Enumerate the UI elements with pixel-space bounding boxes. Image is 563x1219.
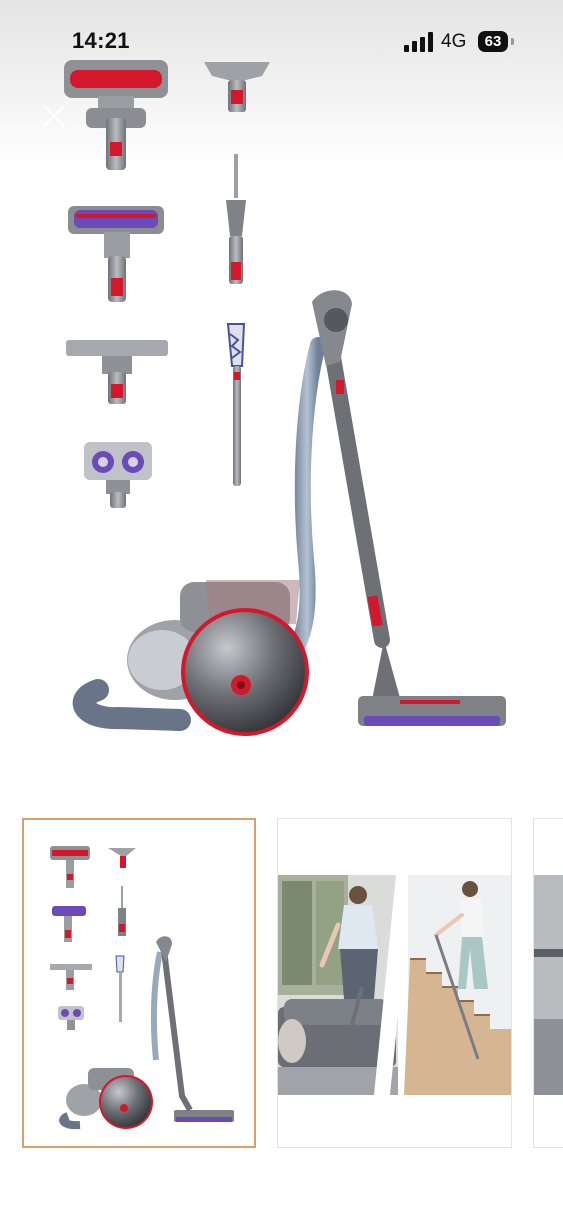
thumbnail-product-overview[interactable] bbox=[22, 818, 256, 1148]
status-time: 14:21 bbox=[72, 28, 130, 53]
tool-long-reach bbox=[226, 323, 246, 486]
tool-direct-drive bbox=[68, 206, 164, 302]
thumbnail-product-image bbox=[50, 846, 234, 1130]
thumbnail-lifestyle-image bbox=[278, 875, 511, 1095]
tool-stubborn-dirt-brush bbox=[226, 154, 246, 284]
status-bar: 14:21 4G 63 bbox=[0, 0, 563, 80]
battery-icon: 63 bbox=[478, 31, 508, 52]
tool-flat-floor bbox=[66, 340, 168, 404]
thumbnail-lifestyle-cleaning[interactable] bbox=[277, 818, 512, 1148]
cellular-signal-icon bbox=[404, 32, 433, 52]
network-type: 4G bbox=[441, 31, 467, 52]
thumbnail-next-image bbox=[534, 875, 563, 1095]
tool-mattress bbox=[84, 442, 152, 508]
battery-tip bbox=[511, 38, 514, 45]
thumbnail-gallery bbox=[0, 816, 563, 1151]
thumbnail-partial-next[interactable] bbox=[533, 818, 563, 1148]
close-x-icon[interactable] bbox=[36, 98, 72, 134]
battery-level: 63 bbox=[484, 33, 502, 50]
product-hero-image bbox=[64, 60, 506, 736]
